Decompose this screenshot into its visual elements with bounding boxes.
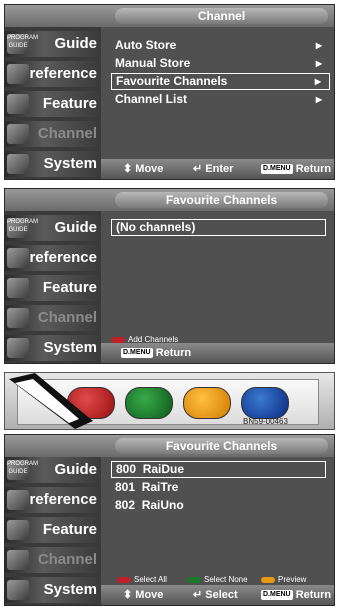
feature-icon [7, 278, 29, 298]
channel-row-800[interactable]: 800 RaiDue [111, 461, 326, 478]
feature-icon [7, 94, 29, 114]
legend-select-none: Select None [187, 575, 248, 584]
sidebar-item-feature[interactable]: Feature [5, 91, 101, 117]
legend-preview: Preview [261, 575, 306, 584]
sidebar-item-guide[interactable]: PROGRAM GUIDE Guide [5, 31, 101, 57]
channel-row-802[interactable]: 802 RaiUno [111, 497, 330, 514]
system-icon [7, 338, 29, 358]
channel-row-801[interactable]: 801 RaiTre [111, 479, 330, 496]
remote-control: BN59-00463 [4, 372, 335, 430]
title-bar: Favourite Channels [5, 189, 334, 211]
sidebar: PROGRAM GUIDE Guide Preference Feature C… [5, 27, 101, 179]
return-hint: D.MENU Return [121, 347, 192, 359]
title-bar: Channel [5, 5, 334, 27]
favourite-content: 800 RaiDue 801 RaiTre 802 RaiUno Select … [105, 457, 330, 584]
menu-item-manual-store[interactable]: Manual Store ▶ [111, 55, 330, 72]
yellow-button-icon [261, 576, 275, 583]
move-hint: ⬍ Move [123, 163, 164, 175]
preference-icon [7, 64, 29, 84]
dmenu-icon: D.MENU [121, 348, 153, 359]
program-guide-icon: PROGRAM GUIDE [7, 34, 38, 54]
enter-icon: ↵ [193, 589, 203, 601]
sidebar-item-guide[interactable]: PROGRAM GUIDE Guide [5, 457, 101, 483]
sidebar-item-channel[interactable]: Channel [5, 121, 101, 147]
move-hint: ⬍ Move [123, 589, 164, 601]
channel-list-box[interactable]: (No channels) [111, 219, 326, 236]
updown-icon: ⬍ [123, 589, 133, 601]
channel-menu-screen: Channel PROGRAM GUIDE Guide Preference F… [4, 4, 335, 180]
return-hint: D.MENU Return [261, 589, 332, 601]
channel-icon [7, 550, 29, 570]
sidebar-item-preference[interactable]: Preference [5, 245, 101, 271]
sidebar-item-feature[interactable]: Feature [5, 275, 101, 301]
system-icon [7, 580, 29, 600]
sidebar-item-feature[interactable]: Feature [5, 517, 101, 543]
remote-model-label: BN59-00463 [243, 417, 288, 426]
arrow-right-icon: ▶ [315, 59, 322, 68]
select-hint: ↵ Select [193, 589, 238, 601]
menu-item-auto-store[interactable]: Auto Store ▶ [111, 37, 330, 54]
sidebar-item-channel[interactable]: Channel [5, 547, 101, 573]
channel-icon [7, 308, 29, 328]
pointer-arrow-icon [9, 373, 93, 429]
sidebar-item-system[interactable]: System [5, 151, 101, 177]
green-button-icon [187, 576, 201, 583]
favourite-channels-empty-screen: Favourite Channels PROGRAM GUIDE Guide P… [4, 188, 335, 364]
favourite-channels-list-screen: Favourite Channels PROGRAM GUIDE Guide P… [4, 434, 335, 606]
sidebar-item-system[interactable]: System [5, 335, 101, 361]
arrow-right-icon: ▶ [315, 95, 322, 104]
arrow-right-icon: ▶ [314, 77, 321, 86]
updown-icon: ⬍ [123, 163, 133, 175]
arrow-right-icon: ▶ [315, 41, 322, 50]
menu-item-favourite-channels[interactable]: Favourite Channels ▶ [111, 73, 330, 90]
dmenu-icon: D.MENU [261, 164, 293, 175]
sidebar-item-channel[interactable]: Channel [5, 305, 101, 331]
hint-bar: D.MENU Return [101, 343, 334, 363]
sidebar-item-preference[interactable]: Preference [5, 61, 101, 87]
system-icon [7, 154, 29, 174]
title-bar: Favourite Channels [5, 435, 334, 457]
feature-icon [7, 520, 29, 540]
return-hint: D.MENU Return [261, 163, 332, 175]
hint-bar: ⬍ Move ↵ Select D.MENU Return [101, 585, 334, 605]
sidebar: PROGRAM GUIDE Guide Preference Feature C… [5, 211, 101, 363]
legend-select-all: Select All [117, 575, 167, 584]
sidebar-item-system[interactable]: System [5, 577, 101, 603]
red-button-icon [117, 576, 131, 583]
preference-icon [7, 490, 29, 510]
sidebar-item-guide[interactable]: PROGRAM GUIDE Guide [5, 215, 101, 241]
program-guide-icon: PROGRAM GUIDE [7, 218, 38, 238]
menu-title: Favourite Channels [115, 192, 328, 208]
dmenu-icon: D.MENU [261, 590, 293, 601]
hint-bar: ⬍ Move ↵ Enter D.MENU Return [101, 159, 334, 179]
sidebar-item-preference[interactable]: Preference [5, 487, 101, 513]
red-button-icon [111, 336, 125, 343]
green-key[interactable] [125, 387, 173, 419]
menu-title: Channel [115, 8, 328, 24]
yellow-key[interactable] [183, 387, 231, 419]
preference-icon [7, 248, 29, 268]
blue-key[interactable] [241, 387, 289, 419]
menu-item-channel-list[interactable]: Channel List ▶ [111, 91, 330, 108]
sidebar: PROGRAM GUIDE Guide Preference Feature C… [5, 457, 101, 605]
channel-icon [7, 124, 29, 144]
favourite-content: (No channels) Add Channels [105, 211, 330, 344]
menu-title: Favourite Channels [115, 438, 328, 454]
enter-icon: ↵ [193, 163, 203, 175]
enter-hint: ↵ Enter [193, 163, 234, 175]
program-guide-icon: PROGRAM GUIDE [7, 460, 38, 480]
menu-content: Auto Store ▶ Manual Store ▶ Favourite Chan… [105, 27, 330, 157]
